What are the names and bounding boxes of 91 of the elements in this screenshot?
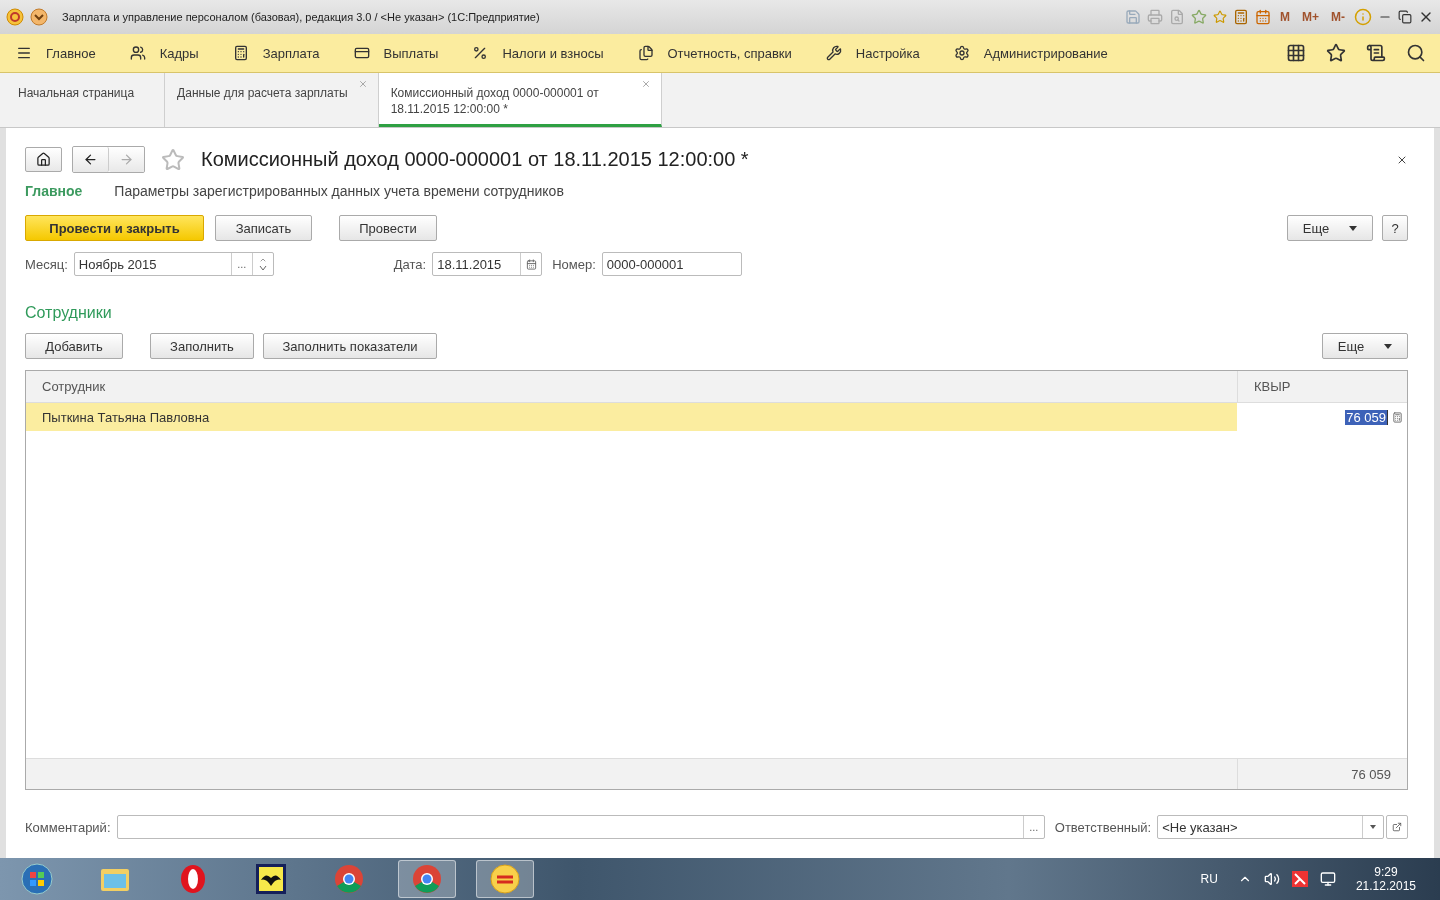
menu-icon (16, 45, 32, 61)
tab[interactable]: Данные для расчета зарплаты (165, 73, 379, 127)
spinner-down-icon[interactable] (258, 264, 267, 272)
clock-date: 21.12.2015 (1355, 879, 1416, 893)
documents-icon (637, 45, 654, 61)
section-item[interactable]: Администрирование (951, 45, 1110, 61)
favorite-icon (1213, 10, 1227, 24)
section-item[interactable]: Зарплата (230, 45, 322, 61)
action-button[interactable]: Заполнить показатели (263, 333, 437, 359)
column-header[interactable]: КВЫР (1237, 371, 1407, 402)
app-logo-icon[interactable] (6, 8, 24, 26)
section-item[interactable]: Отчетность, справки (635, 45, 794, 61)
nav-link[interactable]: Главное (25, 183, 83, 199)
month-field[interactable]: Ноябрь 2015 ... (73, 252, 274, 276)
section-item[interactable]: Главное (14, 45, 98, 61)
tab[interactable]: Начальная страница (6, 73, 166, 127)
star-icon (1326, 43, 1346, 63)
memory-button[interactable]: M+ (1299, 10, 1322, 24)
clock-time: 9:29 (1374, 865, 1398, 879)
card-icon (353, 45, 370, 61)
caret-icon[interactable] (1370, 825, 1377, 829)
memory-button[interactable]: M (1277, 10, 1293, 24)
spinner-up-icon (258, 256, 267, 264)
star-icon (161, 147, 185, 172)
caret-icon (1384, 343, 1393, 349)
tab[interactable]: Комиссионный доход 0000-000001 от 18.11.2015 12:00:00 * (378, 73, 662, 127)
picker-button[interactable]: ... (1022, 816, 1044, 838)
save-icon (1125, 9, 1141, 25)
dropdown-icon[interactable] (30, 8, 48, 26)
antivirus-icon[interactable] (1291, 871, 1308, 887)
section-title: Сотрудники (25, 304, 112, 322)
back-icon (83, 152, 98, 167)
calculator-icon (1392, 411, 1403, 423)
number-field[interactable]: 0000-000001 (601, 252, 742, 276)
wrench-icon (825, 45, 842, 61)
responsible-field[interactable]: <Не указан> (1157, 815, 1385, 839)
section-item[interactable]: Выплаты (351, 45, 441, 61)
search-icon (1406, 43, 1426, 63)
column-header[interactable]: Сотрудник (26, 371, 1237, 402)
back-button[interactable] (73, 147, 109, 172)
close-icon[interactable] (640, 79, 651, 89)
date-field[interactable]: 18.11.2015 (432, 252, 543, 276)
calculator-icon (232, 45, 249, 61)
value-input[interactable]: 76 059 (1345, 409, 1388, 425)
window-title: Зарплата и управление персоналом (базовая), редакция 3.0 / <Не указан> (1С:Предприятие) (62, 11, 541, 23)
language-indicator[interactable]: RU (1200, 872, 1218, 886)
home-icon (36, 152, 51, 167)
printer-icon (1147, 9, 1163, 25)
nav-link[interactable]: Параметры зарегистрированных данных учета времени сотрудников (114, 183, 564, 199)
calculator-icon (1233, 9, 1249, 25)
field-label: Ответственный: (1054, 819, 1152, 835)
action-button[interactable]: Заполнить (150, 333, 254, 359)
action-button[interactable]: Добавить (25, 333, 123, 359)
section-item[interactable]: Настройка (823, 45, 922, 61)
users-icon (129, 45, 146, 61)
table-cell-text: Пыткина Татьяна Павловна (41, 408, 211, 427)
field-label: Дата: (393, 256, 427, 272)
speaker-icon (1263, 871, 1280, 887)
star-icon (1191, 9, 1207, 25)
post-and-close-button[interactable]: Провести и закрыть (25, 215, 204, 241)
network-icon (1319, 871, 1336, 887)
section-item[interactable]: Налоги и взносы (470, 45, 606, 61)
picker-button[interactable]: ... (230, 253, 252, 275)
field-label: Комментарий: (25, 819, 111, 835)
total-cell: 76 059 (1237, 759, 1407, 789)
open-icon (1392, 822, 1403, 832)
home-button[interactable] (25, 147, 62, 172)
memory-button[interactable]: M- (1328, 10, 1348, 24)
calendar-icon (1255, 9, 1271, 25)
open-button[interactable] (1386, 815, 1408, 839)
action-button[interactable]: Записать (215, 215, 312, 241)
preview-icon (1169, 9, 1185, 25)
calendar-icon (525, 258, 537, 270)
more-button[interactable]: Еще (1287, 215, 1373, 241)
more-button[interactable]: Еще (1322, 333, 1408, 359)
grid-icon (1286, 43, 1306, 63)
field-label: Месяц: (25, 256, 68, 272)
gear-icon (953, 45, 970, 61)
percent-icon (472, 45, 489, 61)
action-button[interactable]: Провести (339, 215, 437, 241)
history-icon (1366, 43, 1386, 63)
restore-icon (1398, 10, 1412, 24)
forward-icon (119, 152, 134, 167)
field-label: Номер: (552, 256, 596, 272)
section-item[interactable]: Кадры (127, 45, 201, 61)
form-title: Комиссионный доход 0000-000001 от 18.11.2015 12:00:00 * (201, 148, 749, 171)
table-row[interactable]: Пыткина Татьяна Павловна 76 059 (26, 403, 1407, 431)
info-icon (1354, 8, 1372, 26)
help-button[interactable]: ? (1382, 215, 1408, 241)
caret-icon (1349, 225, 1358, 231)
comment-field[interactable]: ... (116, 815, 1045, 839)
